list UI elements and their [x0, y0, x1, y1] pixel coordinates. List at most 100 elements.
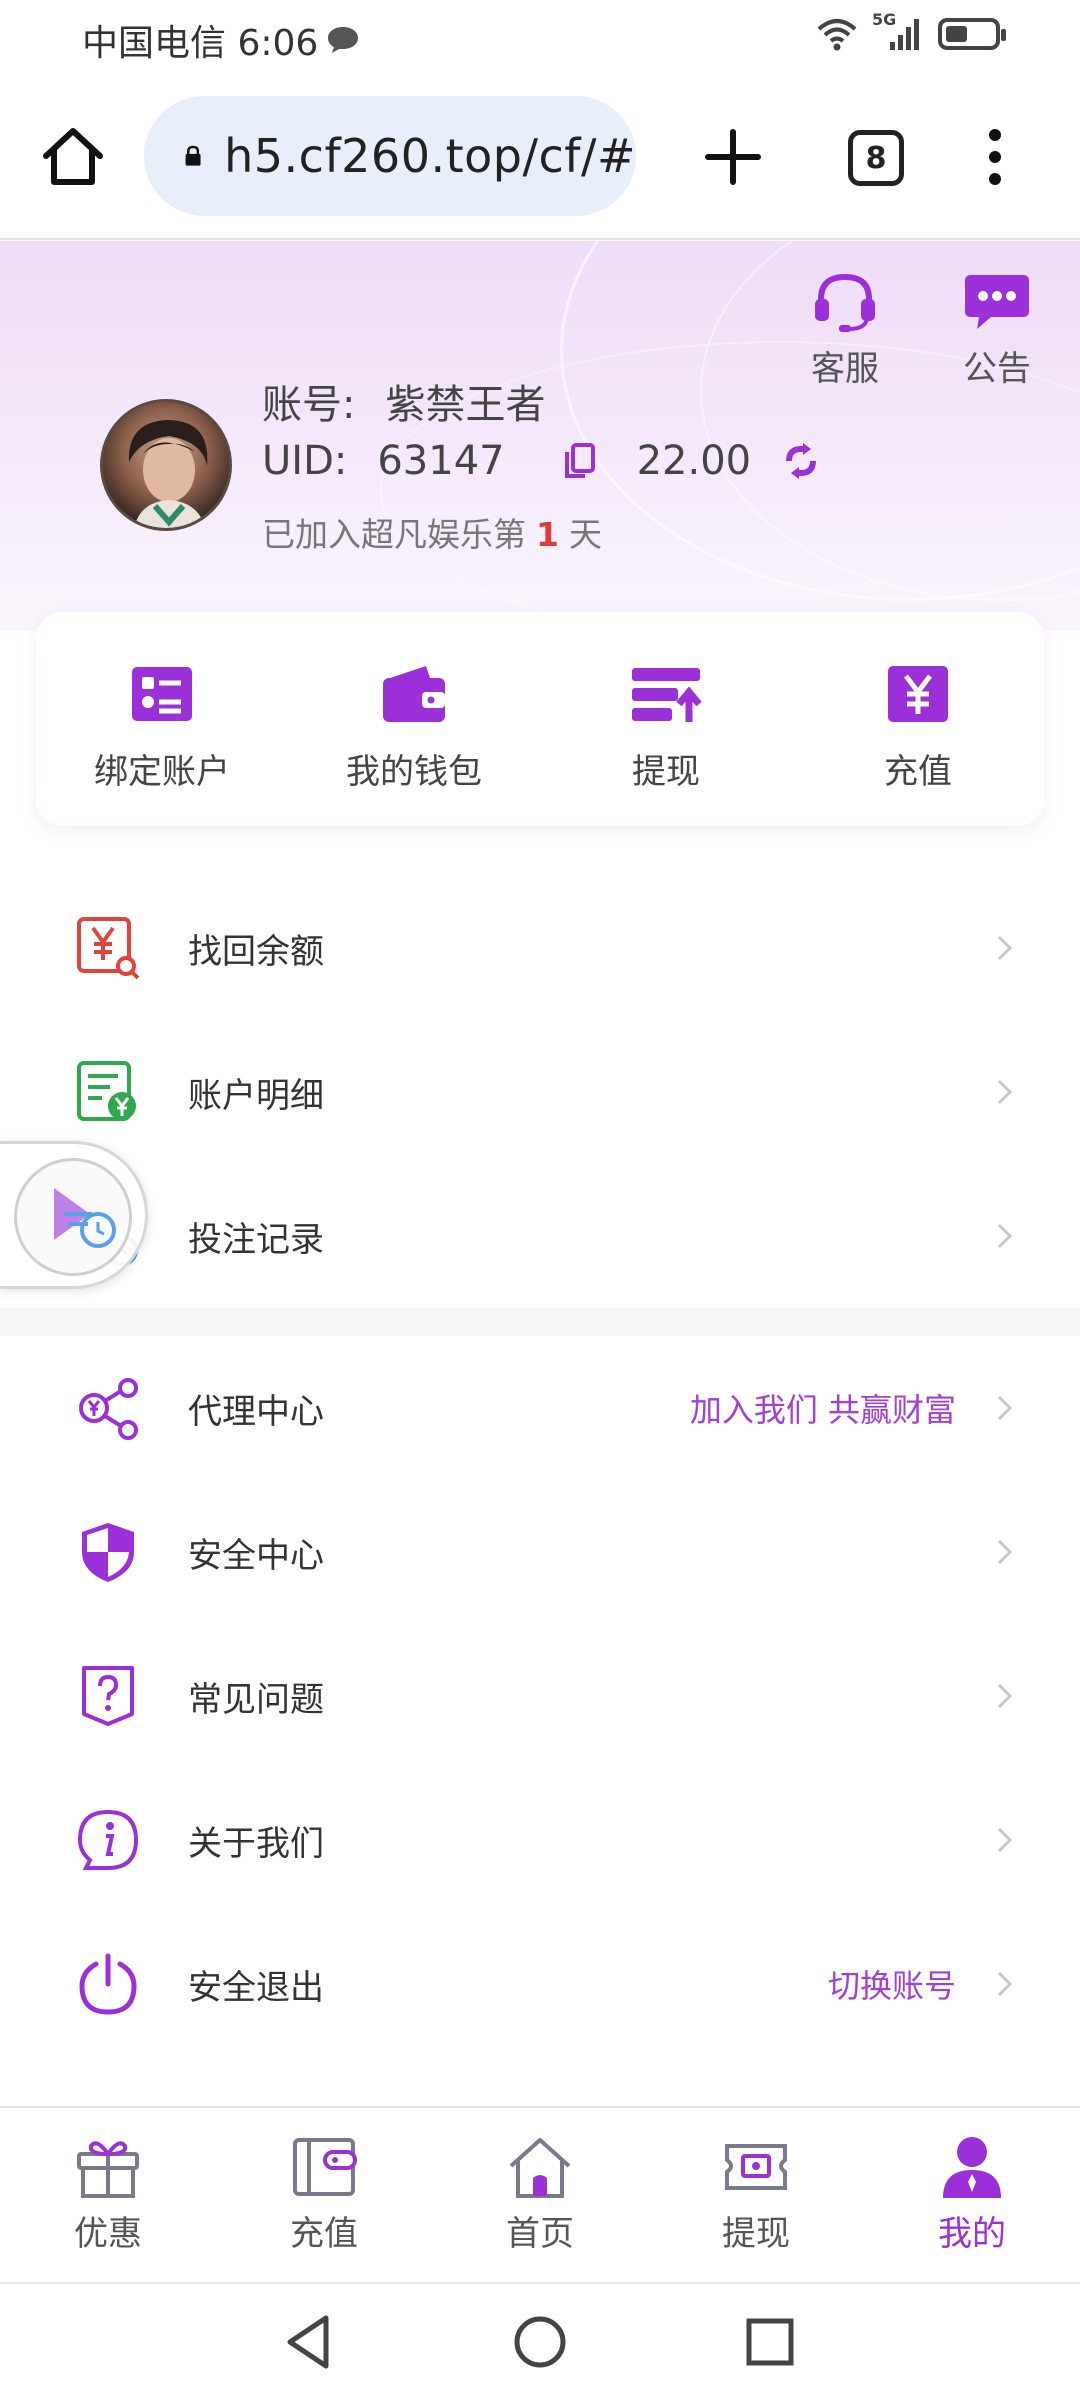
menu-item-about-us[interactable]: 关于我们: [0, 1768, 1080, 1912]
chevron-right-icon: [997, 1539, 1013, 1565]
joined-prefix: 已加入超凡娱乐第: [262, 515, 526, 554]
avatar[interactable]: [100, 399, 232, 531]
tab-promotions[interactable]: 优惠: [0, 2108, 216, 2282]
chevron-right-icon: [997, 935, 1013, 961]
copy-icon[interactable]: [563, 442, 597, 480]
tab-mine[interactable]: 我的: [864, 2108, 1080, 2282]
floating-play-button[interactable]: [0, 1141, 148, 1289]
menu-item-account-details[interactable]: 账户明细: [0, 1020, 1080, 1164]
tabs-count: 8: [865, 140, 887, 176]
carrier-time: 中国电信 6:06: [82, 14, 360, 66]
customer-service-button[interactable]: 客服: [790, 271, 900, 390]
menu-item-label: 安全中心: [188, 1535, 324, 1576]
profile-header: 客服 公告: [0, 241, 1080, 631]
quick-action-label: 我的钱包: [346, 752, 482, 792]
tab-label: 提现: [722, 2214, 790, 2254]
floating-play-inner: [14, 1158, 132, 1276]
section-divider: [0, 1308, 1080, 1336]
refresh-icon[interactable]: [781, 441, 821, 481]
status-icons: 5G: [816, 10, 1006, 52]
wallet-card-icon: [293, 2138, 357, 2196]
account-details-icon: [77, 1061, 136, 1121]
menu-item-recover-balance[interactable]: 找回余额: [0, 876, 1080, 1020]
agent-share-icon: [79, 1378, 138, 1440]
menu-item-logout[interactable]: 安全退出 切换账号: [0, 1912, 1080, 2056]
browser-toolbar: h5.cf260.top/cf/# 8: [0, 72, 1080, 240]
cash-ticket-icon: [725, 2144, 787, 2190]
withdraw-icon: [632, 668, 702, 722]
customer-service-label: 客服: [811, 349, 879, 389]
balance-value: 22.00: [636, 438, 752, 484]
bind-account-icon: [132, 667, 192, 721]
new-tab-plus-icon[interactable]: [700, 124, 766, 190]
avatar-portrait: [128, 420, 208, 528]
chevron-right-icon: [997, 1079, 1013, 1105]
menu-item-faq[interactable]: 常见问题: [0, 1624, 1080, 1768]
menu-item-label: 常见问题: [188, 1679, 324, 1720]
tab-label: 我的: [938, 2214, 1006, 2254]
wifi-icon: [817, 19, 857, 51]
uid-label: UID:: [262, 438, 348, 484]
uid-line: UID: 63147 22.00: [262, 438, 821, 484]
home-circle-icon[interactable]: [510, 2312, 570, 2372]
headset-icon: [815, 273, 875, 332]
power-icon: [79, 1953, 137, 2015]
tab-home[interactable]: 首页: [432, 2108, 648, 2282]
withdraw-button[interactable]: 提现: [540, 612, 792, 826]
tab-withdraw[interactable]: 提现: [648, 2108, 864, 2282]
menu-item-bet-record[interactable]: 投注记录: [0, 1164, 1080, 1308]
tab-label: 首页: [506, 2214, 574, 2254]
agent-center-promo: 加入我们 共赢财富: [689, 1391, 956, 1429]
joined-days-line: 已加入超凡娱乐第 1 天: [262, 508, 602, 556]
wallet-icon: [383, 666, 445, 722]
quick-action-label: 提现: [632, 752, 700, 792]
joined-suffix: 天: [568, 515, 602, 554]
recharge-button[interactable]: 充值: [792, 612, 1044, 826]
tabs-count-button[interactable]: 8: [848, 130, 904, 186]
home-icon[interactable]: [38, 122, 108, 192]
menu-item-security-center[interactable]: 安全中心: [0, 1480, 1080, 1624]
tab-label: 充值: [290, 2214, 358, 2254]
tab-recharge[interactable]: 充值: [216, 2108, 432, 2282]
more-vertical-icon[interactable]: [980, 122, 1010, 192]
uid-value: 63147: [377, 438, 505, 484]
recover-balance-icon: [77, 917, 140, 980]
battery-icon: [938, 18, 1006, 50]
cell-signal-icon: 5G: [872, 10, 924, 52]
recents-square-icon[interactable]: [740, 2312, 800, 2372]
gift-icon: [77, 2141, 139, 2198]
tab-label: 优惠: [74, 2214, 142, 2254]
message-bubble-icon: [328, 27, 359, 53]
account-label: 账号:: [262, 382, 356, 428]
battery-fill: [946, 26, 967, 42]
notice-button[interactable]: 公告: [942, 271, 1052, 390]
play-history-icon: [54, 1188, 116, 1248]
back-icon[interactable]: [280, 2312, 340, 2372]
address-bar[interactable]: h5.cf260.top/cf/#: [144, 96, 636, 216]
account-line: 账号: 紫禁王者: [262, 372, 545, 430]
home-tab-icon: [509, 2138, 571, 2198]
status-bar: 中国电信 6:06 5G: [0, 0, 1080, 72]
chevron-right-icon: [997, 1395, 1013, 1421]
quick-action-label: 绑定账户: [94, 752, 230, 792]
user-icon: [943, 2137, 1001, 2198]
chevron-right-icon: [997, 1683, 1013, 1709]
account-name: 紫禁王者: [385, 382, 546, 428]
quick-actions-card: 绑定账户 我的钱包 提现 充值: [36, 612, 1044, 826]
shield-icon: [82, 1523, 134, 1582]
notice-label: 公告: [963, 349, 1031, 389]
info-icon: [77, 1809, 139, 1870]
menu-item-label: 代理中心: [188, 1391, 324, 1432]
menu-item-label: 安全退出: [188, 1967, 324, 2008]
question-icon: [82, 1666, 134, 1726]
chevron-right-icon: [997, 1827, 1013, 1853]
url-text: h5.cf260.top/cf/#: [224, 129, 636, 183]
wallet-button[interactable]: 我的钱包: [288, 612, 540, 826]
chevron-right-icon: [997, 1223, 1013, 1249]
system-nav-bar: [0, 2282, 1080, 2400]
menu-item-agent-center[interactable]: 代理中心 加入我们 共赢财富: [0, 1336, 1080, 1480]
bind-account-button[interactable]: 绑定账户: [36, 612, 288, 826]
bottom-tab-bar: 优惠 充值 首页 提现 我的: [0, 2106, 1080, 2282]
switch-account-link[interactable]: 切换账号: [828, 1961, 956, 2007]
lock-icon: [185, 145, 201, 166]
